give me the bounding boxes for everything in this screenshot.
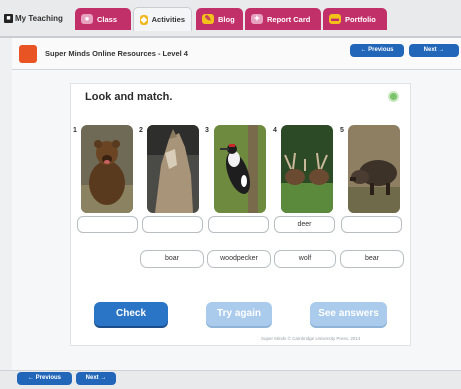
item-number: 3 — [205, 127, 209, 134]
next-button-bottom[interactable]: Next → — [76, 372, 116, 385]
answer-slot-5[interactable] — [341, 216, 402, 233]
answer-slot-3[interactable] — [208, 216, 269, 233]
item-number: 4 — [273, 127, 277, 134]
tab-label: Portfolio — [345, 14, 376, 24]
report-card-icon: ✦ — [251, 14, 263, 24]
my-teaching-link[interactable]: ■ My Teaching — [4, 14, 63, 23]
deer-photo — [281, 125, 333, 213]
wolf-photo — [147, 125, 199, 213]
tab-label: Activities — [151, 15, 185, 24]
top-navigation: ■ My Teaching ● Class ◆ Activities ✎ Blo… — [0, 0, 461, 38]
tab-portfolio[interactable]: ▬ Portfolio — [323, 8, 387, 30]
super-minds-logo — [19, 45, 37, 63]
check-button[interactable]: Check — [94, 302, 168, 326]
tab-report-card[interactable]: ✦ Report Card — [245, 8, 321, 30]
answer-slot-1[interactable] — [77, 216, 138, 233]
tab-activities[interactable]: ◆ Activities — [133, 7, 192, 31]
bear-photo — [81, 125, 133, 213]
answer-slot-2[interactable] — [142, 216, 203, 233]
class-icon: ● — [81, 14, 93, 24]
item-number: 5 — [340, 127, 344, 134]
activities-icon: ◆ — [140, 14, 148, 25]
woodpecker-photo — [214, 125, 266, 213]
boar-photo — [348, 125, 400, 213]
item-number: 1 — [73, 127, 77, 134]
blog-icon: ✎ — [202, 14, 214, 24]
home-icon: ■ — [4, 14, 13, 23]
previous-button-top[interactable]: ← Previous — [350, 44, 404, 57]
portfolio-icon: ▬ — [329, 14, 341, 24]
tab-label: Class — [97, 14, 118, 24]
word-tile-boar[interactable]: boar — [140, 250, 204, 268]
word-tile-woodpecker[interactable]: woodpecker — [207, 250, 271, 268]
try-again-button[interactable]: Try again — [206, 302, 272, 326]
word-tile-bear[interactable]: bear — [340, 250, 404, 268]
status-indicator-icon[interactable] — [388, 91, 399, 102]
copyright-notice: Super Minds © Cambridge University Press… — [261, 336, 361, 341]
tab-label: Report Card — [267, 14, 311, 24]
my-teaching-label: My Teaching — [15, 14, 63, 23]
previous-button-bottom[interactable]: ← Previous — [17, 372, 72, 385]
item-number: 2 — [139, 127, 143, 134]
answer-slot-4[interactable]: deer — [274, 216, 335, 233]
tab-class[interactable]: ● Class — [75, 8, 131, 30]
tab-blog[interactable]: ✎ Blog — [196, 8, 243, 30]
word-tile-wolf[interactable]: wolf — [274, 250, 336, 268]
page-title: Super Minds Online Resources - Level 4 — [45, 49, 188, 58]
activity-instruction: Look and match. — [85, 91, 173, 103]
next-button-top[interactable]: Next → — [409, 44, 459, 57]
tab-label: Blog — [218, 14, 235, 24]
see-answers-button[interactable]: See answers — [310, 302, 387, 326]
